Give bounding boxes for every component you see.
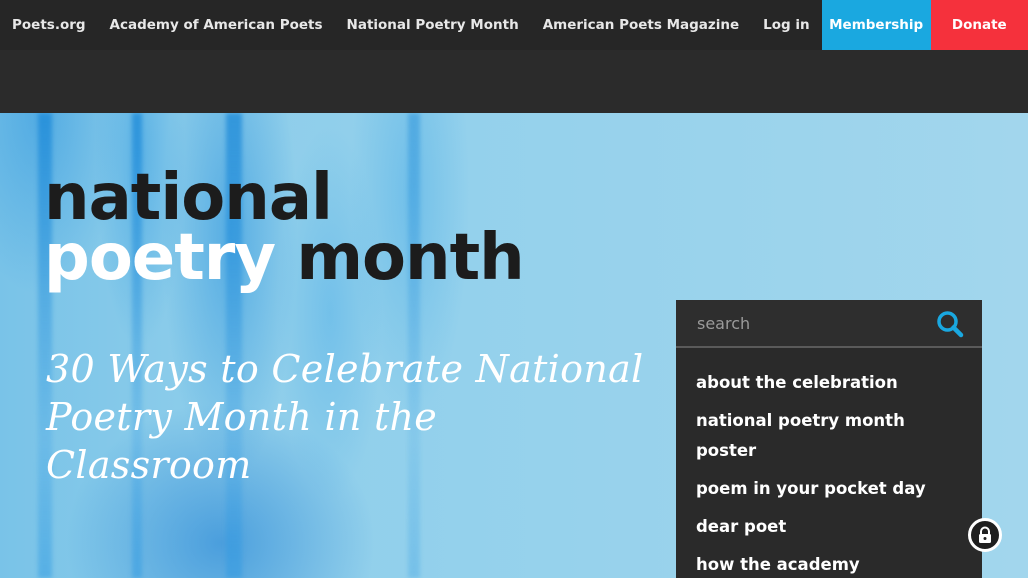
- search-input[interactable]: [676, 300, 926, 346]
- nav-link-academy[interactable]: Academy of American Poets: [98, 0, 335, 50]
- search-bar: [676, 300, 982, 348]
- logo-poetry-month[interactable]: poetry month: [44, 226, 525, 290]
- login-link[interactable]: Log in: [751, 0, 821, 50]
- lock-icon[interactable]: [968, 518, 1002, 552]
- membership-button[interactable]: Membership: [821, 0, 931, 50]
- nav-link-american-poets-magazine[interactable]: American Poets Magazine: [531, 0, 751, 50]
- top-navigation: Poets.org Academy of American Poets Nati…: [0, 0, 1028, 50]
- menu-item-pocket-day[interactable]: poem in your pocket day: [676, 474, 982, 504]
- menu-item-poster[interactable]: national poetry month poster: [676, 406, 982, 466]
- nav-link-national-poetry-month[interactable]: National Poetry Month: [335, 0, 531, 50]
- logo-month: month: [296, 221, 524, 295]
- side-menu: about the celebration national poetry mo…: [676, 348, 982, 578]
- header-band: [0, 50, 1028, 113]
- nav-link-poets-org[interactable]: Poets.org: [0, 0, 98, 50]
- menu-item-how-the-academy[interactable]: how the academy: [676, 550, 982, 578]
- menu-item-about[interactable]: about the celebration: [676, 368, 982, 398]
- logo-poetry: poetry: [44, 221, 276, 295]
- hero-banner: national poetry month 30 Ways to Celebra…: [0, 113, 1028, 578]
- donate-button[interactable]: Donate: [930, 0, 1028, 50]
- search-icon[interactable]: [936, 310, 964, 338]
- page-title: 30 Ways to Celebrate National Poetry Mon…: [46, 347, 644, 487]
- menu-item-dear-poet[interactable]: dear poet: [676, 512, 982, 542]
